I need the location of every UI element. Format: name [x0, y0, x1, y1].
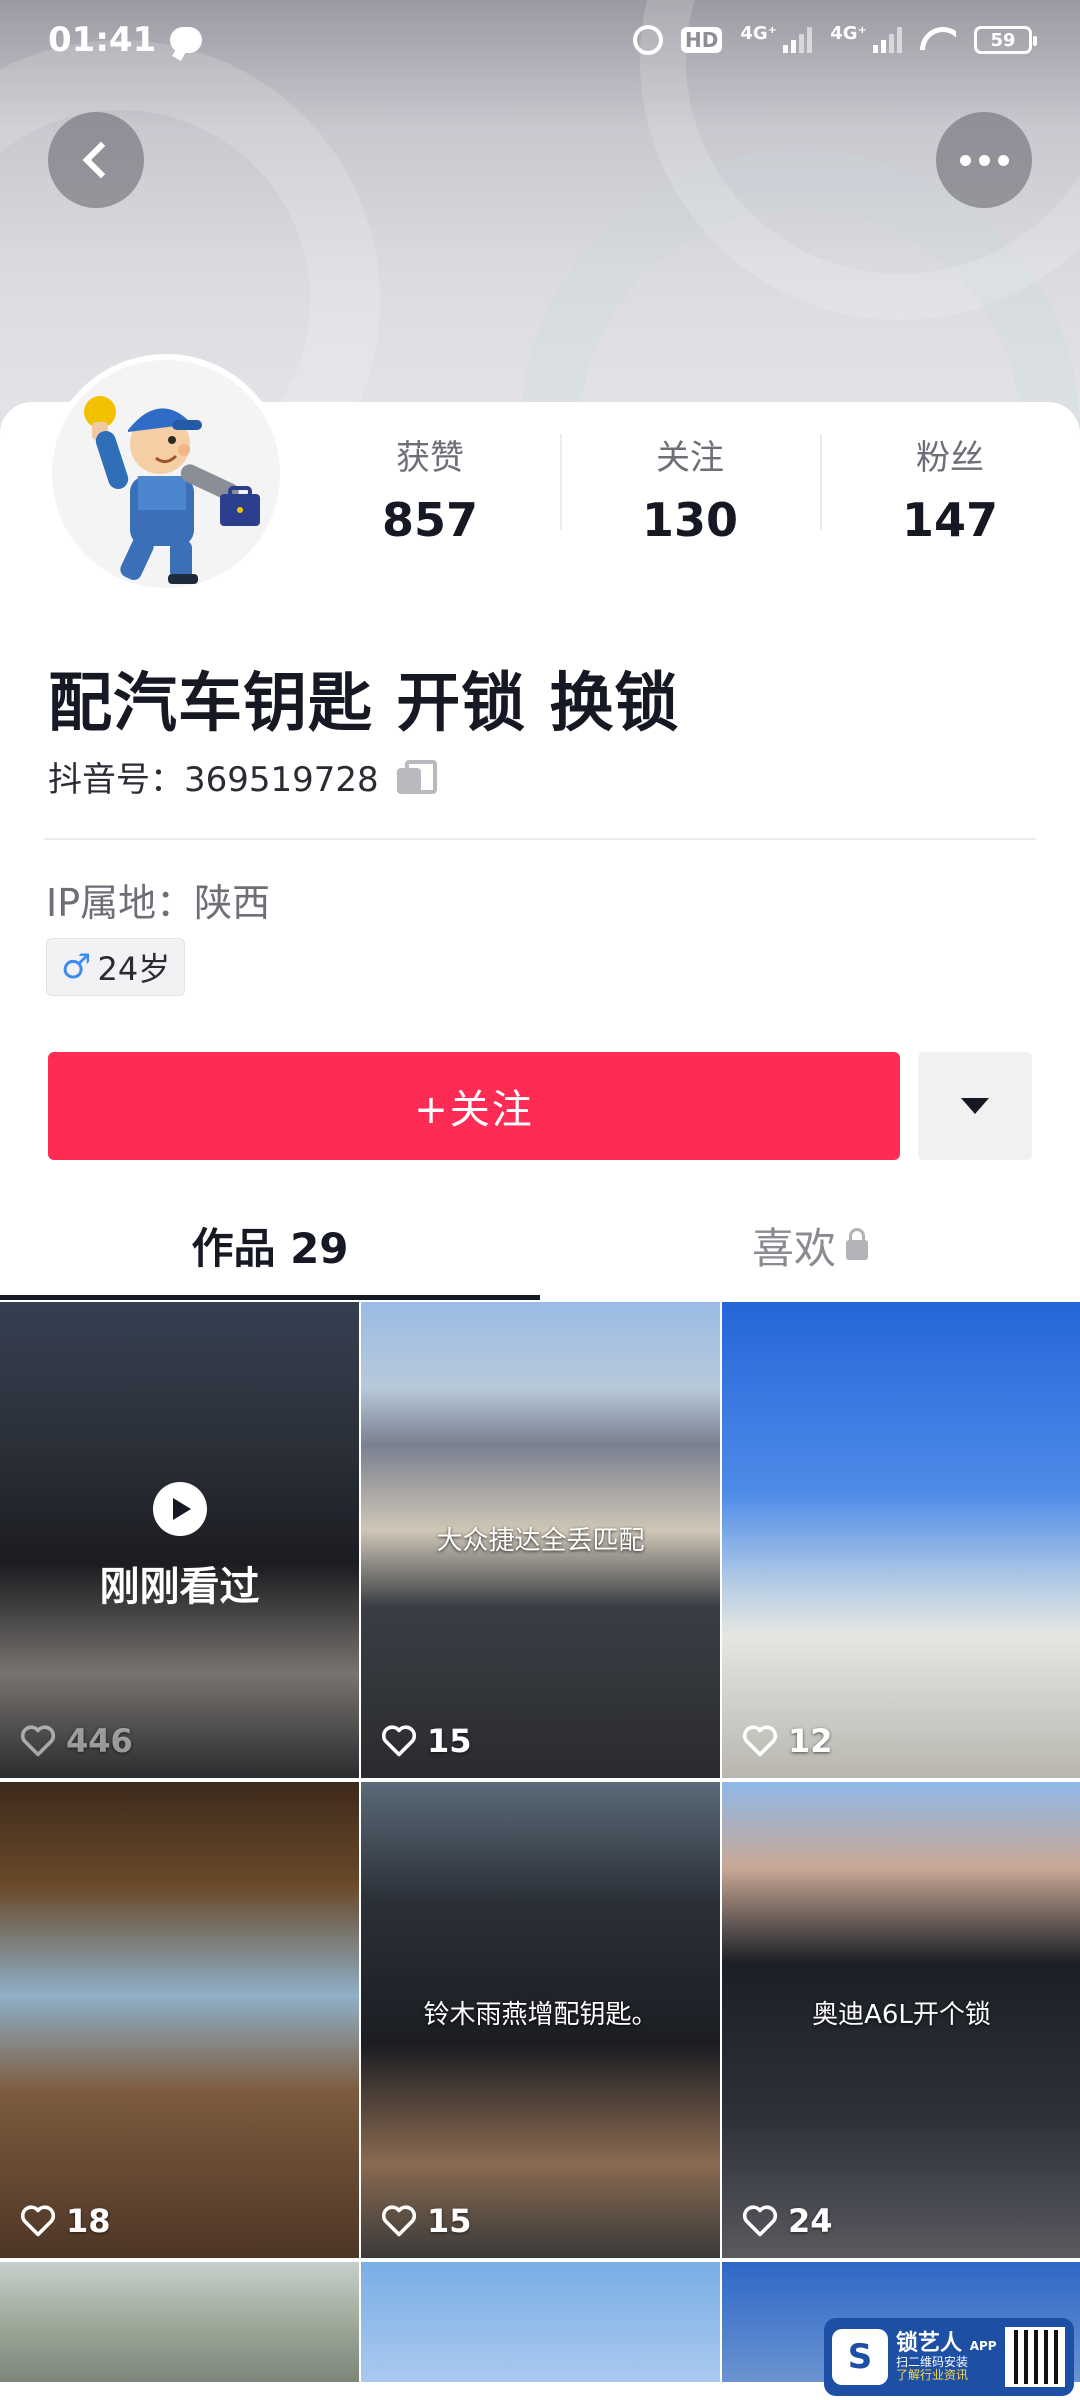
network-type-label: 4G⁺: [740, 22, 778, 44]
caret-down-icon: [961, 1098, 989, 1114]
status-time: 01:41: [48, 20, 157, 60]
profile-tabs: 作品 29 喜欢: [0, 1190, 1080, 1300]
video-thumbnail[interactable]: 大众捷达全丢匹配 15: [361, 1302, 720, 1778]
tab-likes-label: 喜欢: [751, 1223, 836, 1273]
heart-icon: [20, 2205, 56, 2237]
app-watermark: S 锁艺人 APP 扫二维码安装 了解行业资讯: [824, 2318, 1074, 2396]
male-icon: ♂: [61, 947, 92, 987]
like-count-value: 12: [788, 1722, 833, 1760]
avatar-illustration: [52, 360, 280, 588]
status-bar: 01:41 HD 4G⁺ 4G⁺ 59: [0, 0, 1080, 80]
tab-works-label: 作品 29: [191, 1223, 349, 1273]
video-like-count: 446: [20, 1722, 133, 1760]
like-count-value: 15: [427, 2202, 472, 2240]
video-like-count: 18: [20, 2202, 111, 2240]
heart-icon: [381, 1725, 417, 1757]
like-count-value: 15: [427, 1722, 472, 1760]
stat-value: 130: [641, 493, 739, 547]
status-right: HD 4G⁺ 4G⁺ 59: [633, 22, 1037, 58]
stat-label: 获赞: [396, 438, 464, 478]
follow-button[interactable]: +关注: [48, 1052, 900, 1160]
like-count-value: 24: [788, 2202, 833, 2240]
signal-icon: [873, 27, 902, 53]
stat-label: 关注: [656, 438, 724, 478]
stat-label: 粉丝: [916, 438, 984, 478]
douyin-id-row: 抖音号：369519728: [48, 752, 437, 801]
copy-icon[interactable]: [396, 759, 437, 794]
age-tag: ♂ 24岁: [46, 938, 186, 996]
video-thumbnail[interactable]: 12: [722, 1302, 1080, 1778]
heart-icon: [742, 1725, 778, 1757]
stat-followers[interactable]: 粉丝 147: [820, 420, 1080, 547]
qr-code-icon: [1004, 2327, 1065, 2387]
watermark-title: 锁艺人 APP: [896, 2330, 997, 2356]
video-thumbnail[interactable]: [361, 2262, 720, 2382]
watermark-line2: 了解行业资讯: [896, 2368, 969, 2383]
stat-value: 147: [901, 493, 999, 547]
divider: [44, 838, 1036, 840]
network-type-label: 4G⁺: [830, 22, 867, 44]
video-caption: 铃木雨燕增配钥匙。: [423, 2000, 658, 2030]
watched-label: 刚刚看过: [99, 1564, 260, 1610]
heart-icon: [742, 2205, 778, 2237]
stat-likes-received[interactable]: 获赞 857: [300, 420, 560, 547]
video-like-count: 15: [381, 1722, 472, 1760]
hd-icon: HD: [681, 27, 723, 53]
signal-icon: [783, 27, 813, 53]
message-notification-icon: [170, 27, 203, 53]
more-actions-dropdown-button[interactable]: [918, 1052, 1032, 1160]
heart-icon: [381, 2205, 417, 2237]
video-thumbnail[interactable]: 奥迪A6L开个锁 24: [722, 1782, 1080, 2258]
avatar[interactable]: [46, 354, 286, 594]
status-left: 01:41: [48, 20, 203, 60]
stat-following[interactable]: 关注 130: [560, 420, 820, 547]
profile-stats: 获赞 857 关注 130 粉丝 147: [300, 420, 1080, 547]
video-like-count: 15: [381, 2202, 472, 2240]
video-caption: 奥迪A6L开个锁: [812, 2000, 991, 2030]
douyin-id-text: 抖音号：369519728: [48, 760, 379, 800]
stat-value: 857: [381, 493, 479, 547]
tab-works[interactable]: 作品 29: [0, 1190, 540, 1300]
heart-icon: [20, 1725, 56, 1757]
ip-location: IP属地：陕西: [46, 881, 271, 925]
video-thumbnail[interactable]: [0, 2262, 359, 2382]
video-thumbnail[interactable]: 铃木雨燕增配钥匙。 15: [361, 1782, 720, 2258]
lock-icon: [846, 1228, 868, 1260]
video-like-count: 12: [742, 1722, 833, 1760]
suoyiren-logo-icon: S: [832, 2329, 888, 2385]
age-label: 24岁: [97, 950, 171, 988]
wifi-icon: [920, 27, 956, 53]
like-count-value: 446: [66, 1722, 133, 1760]
back-button[interactable]: [48, 112, 144, 208]
more-options-button[interactable]: [936, 112, 1032, 208]
video-like-count: 24: [742, 2202, 833, 2240]
watermark-text: 锁艺人 APP 扫二维码安装 了解行业资讯: [896, 2330, 997, 2383]
video-thumbnail[interactable]: 18: [0, 1782, 359, 2258]
chevron-left-icon: [82, 141, 120, 179]
just-watched-indicator: 刚刚看过: [0, 1482, 359, 1612]
video-thumbnail[interactable]: 刚刚看过 446: [0, 1302, 359, 1778]
battery-icon: 59: [974, 26, 1037, 54]
profile-nickname: 配汽车钥匙 开锁 换锁: [48, 667, 680, 741]
alarm-icon: [633, 25, 664, 55]
video-grid: 刚刚看过 446 大众捷达全丢匹配 15 12 18 铃木雨燕增配钥匙。 15: [0, 1302, 1080, 2382]
tab-likes[interactable]: 喜欢: [540, 1190, 1080, 1300]
more-dots-icon: [959, 154, 1009, 166]
play-icon: [152, 1482, 207, 1536]
video-caption: 大众捷达全丢匹配: [436, 1526, 645, 1556]
like-count-value: 18: [66, 2202, 111, 2240]
